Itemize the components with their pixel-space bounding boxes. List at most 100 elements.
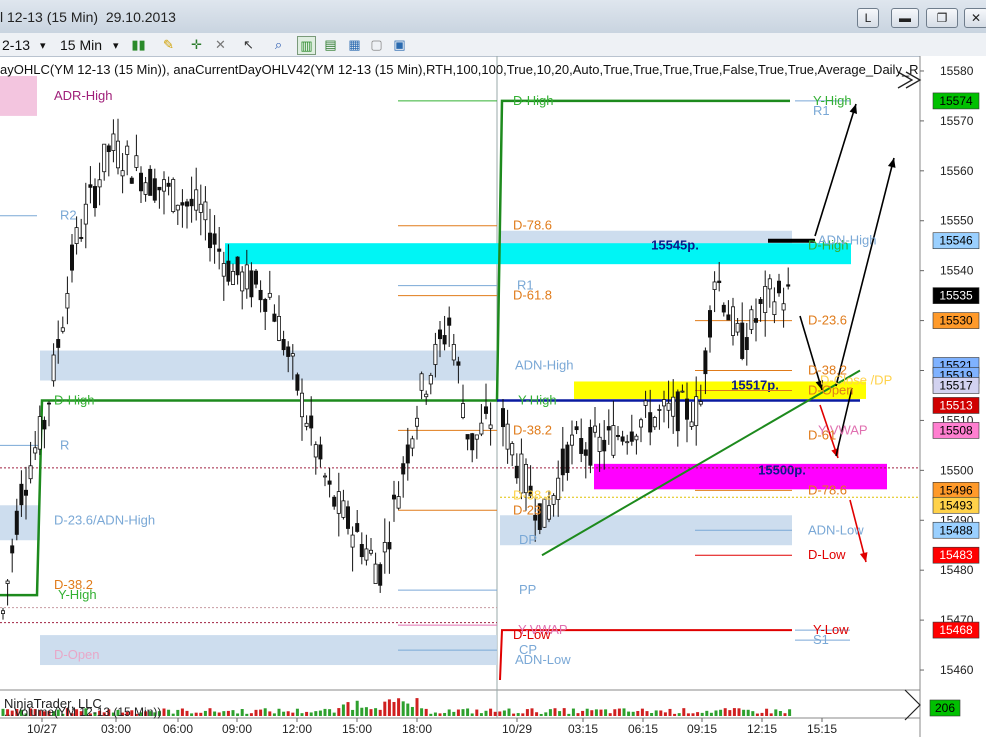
candle-body [606, 426, 611, 431]
level-label: DP [519, 532, 537, 547]
candle-body [447, 317, 452, 326]
candle-body [230, 271, 235, 285]
candle-body [680, 390, 685, 393]
chevron-down-icon[interactable]: ▾ [40, 39, 46, 52]
candle-body [184, 201, 189, 207]
instrument-selector[interactable]: 2-13 [2, 37, 30, 53]
candle-body [194, 189, 199, 211]
volume-bar [631, 711, 635, 716]
level-label: ADN-High [515, 358, 574, 373]
candle-body [488, 424, 493, 429]
link-button[interactable]: L [857, 8, 879, 28]
volume-bar [282, 711, 286, 716]
candle-body [240, 271, 245, 292]
candle-body [47, 402, 52, 405]
volume-bar [351, 709, 355, 716]
price-chart[interactable]: 15545p.15517p.15500p.ADR-HighR2D-HighRD-… [0, 56, 986, 737]
close-button[interactable]: ✕ [964, 8, 986, 28]
time-tick-label: 09:00 [222, 722, 252, 736]
scroll-end-icon [904, 689, 921, 721]
candle-body [276, 316, 281, 341]
candle-body [221, 263, 226, 277]
price-badge-label: 15546 [939, 234, 973, 248]
candle-body [479, 422, 484, 435]
candle-body [345, 506, 350, 529]
candle-body [378, 564, 383, 586]
candle-body [731, 306, 736, 336]
volume-bar [185, 710, 189, 716]
maximize-button[interactable]: ❐ [926, 8, 958, 28]
candle-body [671, 396, 676, 417]
time-tick-label: 15:15 [807, 722, 837, 736]
candle-body [212, 233, 217, 245]
volume-bar [594, 709, 598, 716]
bar-type-icon[interactable]: ▮▮ [130, 36, 147, 53]
time-tick-label: 10/29 [502, 722, 532, 736]
level-label: ADN-Low [515, 652, 571, 667]
price-badge-label: 15493 [939, 498, 973, 512]
candle-body [253, 270, 258, 285]
volume-bar [562, 708, 566, 716]
level-label: D-61.8 [513, 288, 552, 303]
candle-body [689, 421, 694, 427]
candle-body [116, 140, 121, 169]
volume-bar [383, 701, 387, 716]
volume-bar [355, 700, 359, 716]
cursor-icon[interactable]: ↖ [240, 36, 257, 53]
volume-bar [760, 712, 764, 716]
data-box-icon[interactable]: ▢ [368, 36, 385, 53]
candle-body [611, 425, 616, 456]
crosshair-icon[interactable]: ✛ [188, 36, 205, 53]
candle-body [350, 534, 355, 548]
candle-body [456, 361, 461, 366]
volume-bar [590, 710, 594, 716]
chart-properties-icon[interactable]: ▦ [346, 36, 363, 53]
volume-bar [613, 709, 617, 716]
time-tick-label: 09:15 [687, 722, 717, 736]
pencil-icon[interactable]: ✎ [160, 36, 177, 53]
candle-body [336, 491, 341, 514]
indicators-icon[interactable]: ▥ [297, 36, 316, 55]
candle-body [272, 313, 277, 322]
interval-selector[interactable]: 15 Min [60, 37, 102, 53]
volume-bar [512, 713, 516, 716]
candle-body [500, 408, 505, 428]
candle-body [551, 495, 556, 505]
candle-body [505, 423, 510, 450]
hide-drawings-icon[interactable]: ✕ [212, 36, 229, 53]
candle-body [152, 178, 157, 201]
volume-bar [231, 710, 235, 716]
strategies-icon[interactable]: ▤ [322, 36, 339, 53]
price-tick-label: 15540 [940, 264, 974, 278]
candle-body [698, 401, 703, 405]
candle-body [258, 289, 263, 301]
chevron-down-icon[interactable]: ▾ [113, 39, 119, 52]
price-badge-label: 15574 [939, 94, 973, 108]
properties-icon[interactable]: ▣ [391, 36, 408, 53]
candle-body [5, 580, 10, 584]
up-arrow [814, 103, 857, 237]
volume-bar [627, 711, 631, 716]
volume-bar [194, 712, 198, 716]
volume-bar [217, 712, 221, 716]
volume-bar [479, 713, 483, 716]
candle-body [763, 286, 768, 313]
volume-bar [746, 709, 750, 716]
candle-body [560, 448, 565, 476]
level-label: D-High [54, 392, 94, 407]
volume-bar [259, 709, 263, 716]
price-tick-label: 15550 [940, 214, 974, 228]
minimize-button[interactable]: ▬ [891, 8, 919, 28]
time-tick-label: 03:15 [568, 722, 598, 736]
volume-bar [309, 712, 313, 716]
candle-body [442, 335, 447, 345]
volume-bar [190, 713, 194, 716]
volume-bar [470, 713, 474, 716]
volume-bar [709, 712, 713, 716]
volume-bar [617, 708, 621, 716]
zoom-icon[interactable]: ⌕ [270, 36, 287, 53]
level-label: D-Low [513, 627, 551, 642]
candle-body [33, 447, 38, 454]
candle-body [19, 483, 24, 506]
candle-body [281, 339, 286, 351]
